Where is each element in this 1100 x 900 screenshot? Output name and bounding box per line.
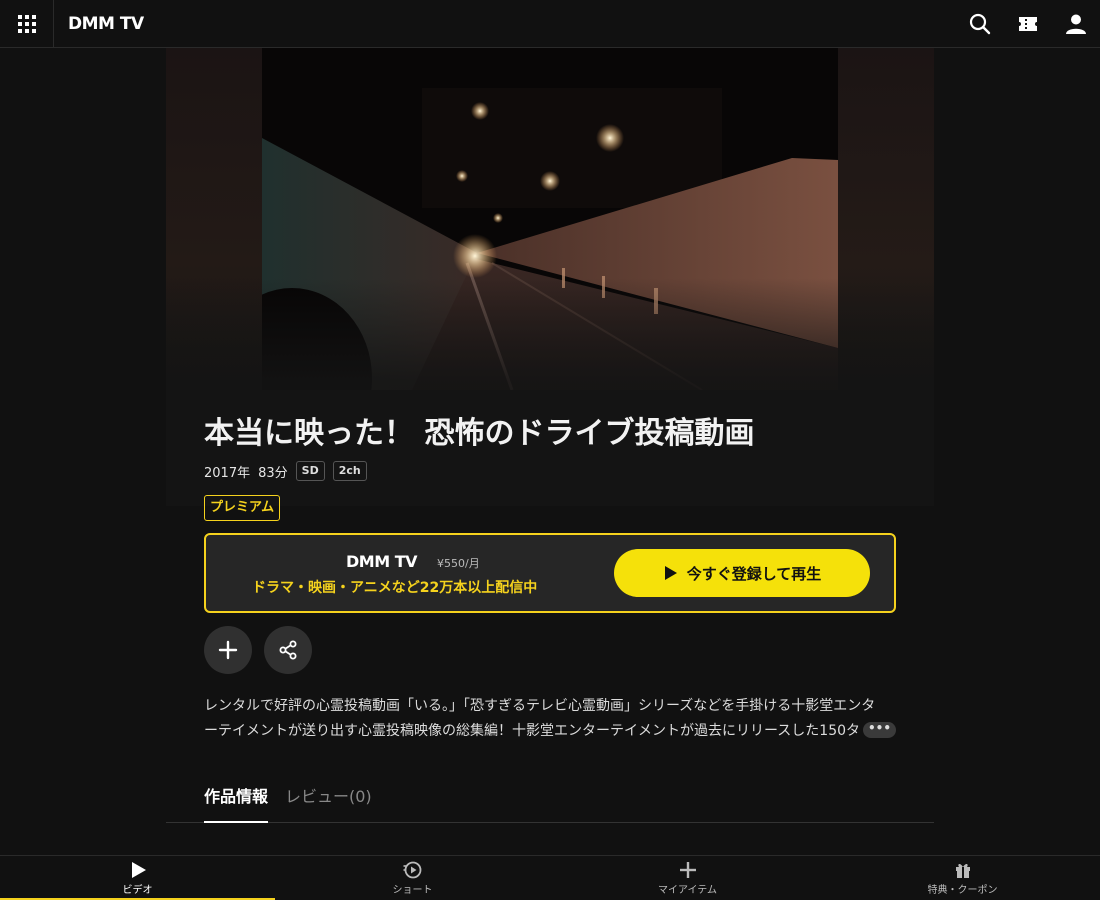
detail-tabs: 作品情報 レビュー(0) bbox=[166, 780, 934, 823]
duration: 83分 bbox=[258, 465, 288, 481]
nav-label-benefits: 特典・クーポン bbox=[927, 885, 998, 896]
ticket-button[interactable] bbox=[1016, 12, 1040, 36]
play-icon bbox=[664, 566, 677, 580]
description-line-1: レンタルで好評の心霊投稿動画「いる。」「恐すぎるテレビ心霊動画」シリーズなどを手… bbox=[204, 698, 876, 714]
apps-menu-button[interactable] bbox=[0, 0, 54, 48]
nav-label-video: ビデオ bbox=[122, 885, 153, 896]
user-icon bbox=[1066, 14, 1086, 34]
description-more-button[interactable]: ••• bbox=[863, 722, 896, 738]
nav-item-my-items[interactable]: マイアイテム bbox=[550, 856, 825, 900]
subscribe-price: ¥550/月 bbox=[437, 557, 480, 570]
tab-reviews[interactable]: レビュー(0) bbox=[285, 786, 372, 808]
short-icon bbox=[403, 861, 421, 879]
plus-icon bbox=[679, 862, 696, 878]
plus-icon bbox=[218, 640, 238, 660]
video-description: レンタルで好評の心霊投稿動画「いる。」「恐すぎるテレビ心霊動画」シリーズなどを手… bbox=[204, 694, 896, 744]
account-button[interactable] bbox=[1064, 12, 1088, 36]
subscribe-tagline: ドラマ・映画・アニメなど22万本以上配信中 bbox=[252, 580, 538, 596]
nav-label-short: ショート bbox=[392, 885, 433, 896]
share-icon bbox=[279, 640, 297, 660]
bottom-navigation: ビデオ ショート マイアイテム 特典・クーポン bbox=[0, 855, 1100, 900]
description-line-2: ーテイメントが送り出す心霊投稿映像の総集編！十影堂エンターテイメントが過去にリリ… bbox=[204, 723, 859, 739]
subscribe-play-label: 今すぐ登録して再生 bbox=[686, 564, 822, 583]
add-to-list-button[interactable] bbox=[204, 626, 252, 674]
tab-work-info[interactable]: 作品情報 bbox=[204, 786, 269, 823]
dmm-tv-logo[interactable]: DMM TV bbox=[68, 13, 144, 35]
quality-badge: SD bbox=[295, 461, 325, 481]
premium-badge: プレミアム bbox=[204, 495, 281, 521]
grid-icon bbox=[17, 15, 36, 33]
nav-item-short[interactable]: ショート bbox=[275, 856, 550, 900]
share-button[interactable] bbox=[264, 626, 312, 674]
subscribe-banner: DMM TV ¥550/月 ドラマ・映画・アニメなど22万本以上配信中 今すぐ登… bbox=[204, 533, 896, 613]
release-year: 2017年 bbox=[204, 465, 251, 481]
top-header: DMM TV bbox=[0, 0, 1100, 48]
video-meta: 2017年 83分 SD 2ch bbox=[204, 460, 367, 482]
ticket-icon bbox=[1019, 17, 1037, 31]
subscribe-play-button[interactable]: 今すぐ登録して再生 bbox=[614, 549, 870, 597]
audio-badge: 2ch bbox=[332, 461, 367, 481]
nav-item-benefits[interactable]: 特典・クーポン bbox=[825, 856, 1100, 900]
nav-item-video[interactable]: ビデオ bbox=[0, 856, 275, 900]
subscribe-logo: DMM TV bbox=[346, 552, 418, 571]
search-button[interactable] bbox=[968, 12, 992, 36]
video-title: 本当に映った！ 恐怖のドライブ投稿動画 bbox=[204, 416, 755, 451]
nav-label-my-items: マイアイテム bbox=[658, 885, 717, 896]
gift-icon bbox=[955, 863, 970, 878]
search-icon bbox=[969, 13, 991, 35]
play-icon bbox=[131, 862, 146, 878]
